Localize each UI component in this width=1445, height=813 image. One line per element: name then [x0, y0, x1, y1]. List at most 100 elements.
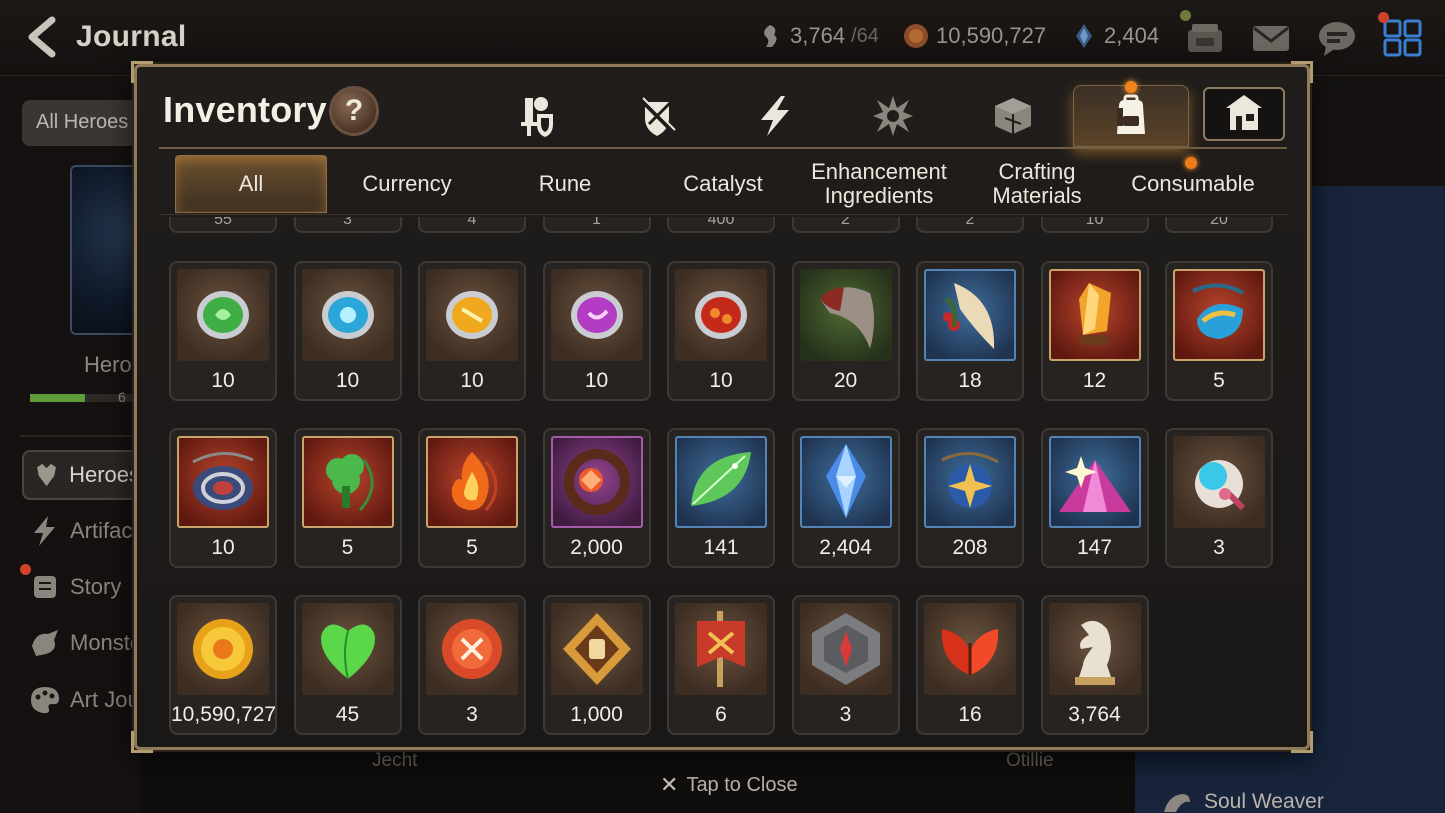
item-quantity: 3,764 [1068, 703, 1121, 726]
inventory-slot[interactable]: 5 [418, 428, 526, 568]
inventory-slot[interactable]: 3 [1165, 428, 1273, 568]
inventory-slot[interactable]: 10,590,727 [169, 595, 277, 735]
inventory-slot[interactable]: 18 [916, 261, 1024, 401]
amber-crystal-icon [1048, 269, 1141, 361]
inventory-slot[interactable]: 55 [169, 217, 277, 233]
frame-corner [131, 61, 153, 83]
inventory-slot[interactable]: 10 [293, 261, 402, 401]
subtab-rune[interactable]: Rune [489, 155, 641, 213]
tab-burst[interactable] [863, 87, 923, 145]
lightning-icon [34, 516, 55, 546]
green-heart-icon [301, 603, 394, 695]
sidebar-item-story[interactable]: Story [28, 570, 121, 604]
subtab-enhancement-ingredients[interactable]: Enhancement Ingredients [803, 155, 955, 213]
item-quantity: 18 [958, 369, 982, 392]
inventory-slot[interactable]: 10 [169, 261, 277, 401]
shop-icon[interactable] [1184, 18, 1226, 58]
claw-icon [799, 269, 892, 361]
inventory-slot[interactable]: 6 [667, 595, 775, 735]
inventory-slot[interactable]: 20 [791, 261, 900, 401]
inventory-slot[interactable]: 1 [542, 217, 651, 233]
item-quantity: 10 [1085, 217, 1104, 228]
help-button[interactable]: ? [329, 86, 379, 136]
chat-icon[interactable] [1316, 18, 1358, 58]
blue-gem-icon [799, 436, 892, 528]
sidebar-item-artifacts[interactable]: Artifacts [28, 514, 149, 548]
item-quantity: 400 [707, 217, 735, 228]
inventory-slot[interactable]: 1,000 [542, 595, 651, 735]
palette-icon [31, 687, 59, 714]
inventory-slot[interactable]: 2,000 [542, 428, 651, 568]
subtab-crafting-materials[interactable]: Crafting Materials [961, 155, 1113, 213]
all-heroes-filter[interactable]: All Heroes [22, 100, 142, 146]
inventory-slot[interactable]: 5 [1165, 261, 1273, 401]
item-quantity: 10,590,727 [171, 703, 277, 726]
inventory-slot[interactable]: 10 [1040, 217, 1149, 233]
inventory-slot[interactable]: 208 [916, 428, 1024, 568]
crystal-counter: 2,404 [1070, 22, 1159, 50]
red-rune-icon [675, 269, 767, 361]
inventory-slot[interactable]: 10 [667, 261, 775, 401]
yellow-rune-icon [426, 269, 518, 361]
inventory-slot[interactable]: 2 [916, 217, 1024, 233]
mail-icon[interactable] [1250, 18, 1292, 58]
inventory-slot[interactable]: 3 [418, 595, 526, 735]
scroll-icon [34, 576, 56, 598]
tab-artifact[interactable] [745, 87, 805, 145]
inventory-slot[interactable]: 10 [169, 428, 277, 568]
progress-text: 6 [118, 389, 126, 405]
inventory-slot[interactable]: 4 [418, 217, 526, 233]
inventory-slot[interactable]: 3 [293, 217, 402, 233]
modal-title: Inventory [163, 89, 327, 130]
frame-corner [1291, 61, 1313, 83]
frame-corner [131, 731, 153, 753]
gold-coin-icon [904, 24, 928, 48]
progress-fill [30, 394, 85, 402]
item-quantity: 3 [839, 703, 852, 726]
inventory-slot[interactable]: 147 [1040, 428, 1149, 568]
notification-dot [1125, 81, 1137, 93]
inventory-slot[interactable]: 45 [293, 595, 402, 735]
tap-to-close-button[interactable]: ✕ Tap to Close [660, 772, 798, 798]
inventory-slot[interactable]: 5 [293, 428, 402, 568]
tab-equipment[interactable] [507, 87, 567, 145]
purple-rune-icon [550, 269, 643, 361]
orb-device-icon [1173, 436, 1265, 528]
inventory-slot[interactable]: 2,404 [791, 428, 900, 568]
inventory-slot[interactable]: 10 [542, 261, 651, 401]
inventory-slot[interactable]: 16 [916, 595, 1024, 735]
back-arrow-icon[interactable] [22, 14, 62, 60]
tab-house[interactable] [1203, 87, 1285, 141]
inventory-slot[interactable]: 2 [791, 217, 900, 233]
fist-emblem-icon [550, 603, 643, 695]
divider [159, 214, 1287, 215]
item-quantity: 5 [341, 536, 354, 559]
inventory-slot[interactable]: 10 [418, 261, 526, 401]
tab-gear[interactable] [627, 87, 687, 145]
subtab-currency[interactable]: Currency [331, 155, 483, 213]
subtab-catalyst[interactable]: Catalyst [647, 155, 799, 213]
inventory-slot[interactable]: 400 [667, 217, 775, 233]
item-quantity: 3 [1213, 536, 1225, 559]
inventory-slot[interactable]: 141 [667, 428, 775, 568]
item-quantity: 10 [584, 369, 609, 392]
item-quantity: 2 [841, 217, 850, 228]
inventory-slot[interactable]: 3 [791, 595, 900, 735]
item-quantity: 3 [343, 217, 352, 228]
spiral-ring-icon [550, 436, 643, 528]
tab-cube[interactable] [983, 87, 1043, 145]
inventory-slot[interactable]: 3,764 [1040, 595, 1149, 735]
flame-charm-icon [426, 436, 518, 528]
hero-label: Hero [84, 352, 132, 377]
sidebar-item-heroes[interactable]: Heroes [22, 450, 140, 500]
subtab-all[interactable]: All [175, 155, 327, 213]
hero-name-label: Otillie [1006, 750, 1054, 771]
divider [159, 147, 1287, 149]
tab-inventory[interactable] [1073, 85, 1189, 147]
inventory-slot[interactable]: 20 [1165, 217, 1273, 233]
inventory-slot[interactable]: 12 [1040, 261, 1149, 401]
pink-mountain-icon [1048, 436, 1141, 528]
menu-grid-icon[interactable] [1382, 18, 1424, 58]
soul-weaver-label: Soul Weaver [1160, 790, 1324, 813]
knight-piece-icon [1048, 603, 1141, 695]
